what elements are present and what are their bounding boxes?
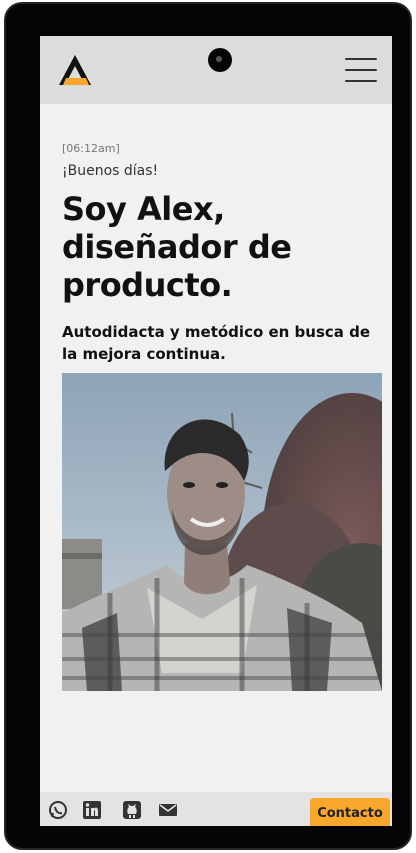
time-label: [06:12am] <box>62 142 120 155</box>
phone-screen: [06:12am] ¡Buenos días! Soy Alex, diseña… <box>40 36 392 826</box>
contact-button[interactable]: Contacto <box>310 798 390 826</box>
linkedin-icon[interactable] <box>82 800 102 820</box>
phone-frame: [06:12am] ¡Buenos días! Soy Alex, diseña… <box>4 2 412 850</box>
page-title: Soy Alex, diseñador de producto. <box>62 190 292 304</box>
whatsapp-icon[interactable] <box>48 800 68 820</box>
greeting-text: ¡Buenos días! <box>62 163 159 179</box>
triangle-a-logo-icon[interactable] <box>58 54 92 86</box>
profile-photo <box>62 373 382 691</box>
github-icon[interactable] <box>122 800 142 820</box>
camera-notch <box>208 48 232 72</box>
hamburger-menu-icon[interactable] <box>345 56 377 84</box>
hero-subtitle: Autodidacta y metódico en busca de la me… <box>62 323 371 363</box>
mail-icon[interactable] <box>158 800 178 820</box>
top-navigation-bar <box>40 36 392 104</box>
